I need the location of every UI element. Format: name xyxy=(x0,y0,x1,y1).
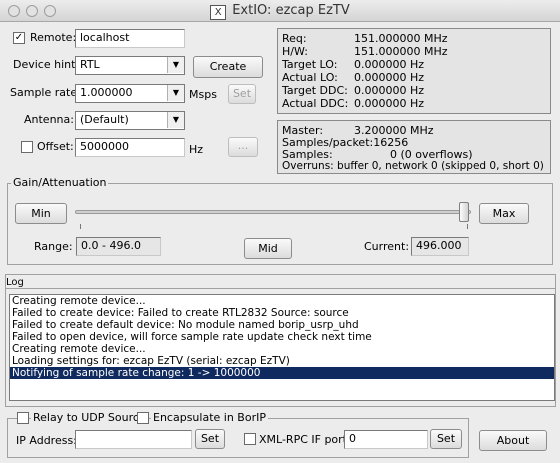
target-lo-key: Target LO: xyxy=(282,58,338,71)
xmlrpc-port-label: XML-RPC IF port: xyxy=(259,433,351,446)
gain-max-button[interactable]: Max xyxy=(479,203,529,224)
slider-tick-max xyxy=(467,224,468,229)
antenna-combo[interactable]: (Default) ▼ xyxy=(75,111,185,130)
actual-ddc-key: Actual DDC: xyxy=(282,97,349,110)
log-line[interactable]: Failed to create default device: No modu… xyxy=(10,319,554,331)
remote-checkbox[interactable]: ✓ xyxy=(13,32,25,44)
window-title: ExtIO: ezcap EzTV xyxy=(232,3,350,18)
log-group-title: Log xyxy=(6,277,24,288)
sample-rate-label: Sample rate: xyxy=(10,86,81,99)
xmlrpc-port-input[interactable]: 0 xyxy=(344,430,428,449)
log-line[interactable]: Loading settings for: ezcap EzTV (serial… xyxy=(10,355,554,367)
gain-slider-thumb[interactable] xyxy=(459,202,469,222)
about-button[interactable]: About xyxy=(479,430,547,451)
sample-rate-unit: Msps xyxy=(189,88,217,101)
log-divider xyxy=(6,288,555,289)
offset-label: Offset: xyxy=(37,140,74,153)
create-button[interactable]: Create xyxy=(193,56,263,78)
gain-range-label: Range: xyxy=(34,240,73,253)
log-line-selected[interactable]: Notifying of sample rate change: 1 -> 10… xyxy=(10,367,554,379)
gain-mid-button[interactable]: Mid xyxy=(244,238,292,259)
sample-rate-combo[interactable]: 1.000000 ▼ xyxy=(75,84,185,103)
log-line[interactable]: Creating remote device... xyxy=(10,343,554,355)
actual-ddc-value: 0.000000 Hz xyxy=(354,97,425,110)
remote-host-input[interactable]: localhost xyxy=(75,29,185,48)
slider-tick-min xyxy=(80,224,81,229)
ip-address-label: IP Address: xyxy=(16,434,77,447)
actual-lo-value: 0.000000 Hz xyxy=(354,71,425,84)
target-lo-value: 0.000000 Hz xyxy=(354,58,425,71)
log-line[interactable]: Failed to create device: Failed to creat… xyxy=(10,307,554,319)
actual-lo-key: Actual LO: xyxy=(282,71,338,84)
hw-value: 151.000000 MHz xyxy=(354,45,448,58)
device-hint-combo[interactable]: RTL ▼ xyxy=(75,56,185,75)
relay-udp-checkbox[interactable] xyxy=(17,412,29,424)
device-hint-label: Device hint: xyxy=(13,58,80,71)
offset-input[interactable]: 5000000 xyxy=(75,138,185,157)
chevron-down-icon: ▼ xyxy=(167,112,184,128)
offset-more-button[interactable]: ... xyxy=(228,137,258,157)
gain-min-button[interactable]: Min xyxy=(15,203,67,224)
offset-unit: Hz xyxy=(189,143,204,156)
log-line[interactable]: Creating remote device... xyxy=(10,295,554,307)
gain-group-title: Gain/Attenuation xyxy=(11,176,109,189)
log-line[interactable]: Failed to open device, will force sample… xyxy=(10,331,554,343)
target-ddc-key: Target DDC: xyxy=(282,84,348,97)
target-ddc-value: 0.000000 Hz xyxy=(354,84,425,97)
chevron-down-icon: ▼ xyxy=(167,57,184,73)
sample-rate-set-button[interactable]: Set xyxy=(228,84,256,104)
stream-info-panel: Master: 3.200000 MHz Samples/packet:1625… xyxy=(277,120,551,174)
relay-udp-label: Relay to UDP Source xyxy=(31,411,148,424)
req-key: Req: xyxy=(282,32,307,45)
x11-app-icon: X xyxy=(210,5,227,20)
gain-current-label: Current: xyxy=(364,240,410,253)
chevron-down-icon: ▼ xyxy=(167,85,184,101)
sample-rate-value: 1.000000 xyxy=(80,86,133,99)
xmlrpc-set-button[interactable]: Set xyxy=(430,429,462,449)
hw-key: H/W: xyxy=(282,45,308,58)
req-value: 151.000000 MHz xyxy=(354,32,448,45)
gain-current-value: 496.000 xyxy=(411,237,469,256)
ip-set-button[interactable]: Set xyxy=(195,429,225,449)
antenna-label: Antenna: xyxy=(24,113,74,126)
encapsulate-borip-checkbox[interactable] xyxy=(137,412,149,424)
log-list[interactable]: Creating remote device... Failed to crea… xyxy=(9,294,555,401)
window-title-area: X ExtIO: ezcap EzTV xyxy=(0,3,560,20)
remote-label: Remote: xyxy=(30,31,77,44)
antenna-value: (Default) xyxy=(80,113,129,126)
offset-checkbox[interactable] xyxy=(21,141,33,153)
gain-range-value: 0.0 - 496.0 xyxy=(76,237,161,256)
gain-slider-track[interactable] xyxy=(75,210,471,214)
device-hint-value: RTL xyxy=(80,58,100,71)
encapsulate-borip-label: Encapsulate in BorIP xyxy=(151,411,268,424)
frequency-info-panel: Req: 151.000000 MHz H/W: 151.000000 MHz … xyxy=(277,28,551,114)
xmlrpc-checkbox[interactable] xyxy=(244,433,256,445)
overruns-status: Overruns: buffer 0, network 0 (skipped 0… xyxy=(282,160,544,172)
ip-address-input[interactable] xyxy=(75,430,192,449)
